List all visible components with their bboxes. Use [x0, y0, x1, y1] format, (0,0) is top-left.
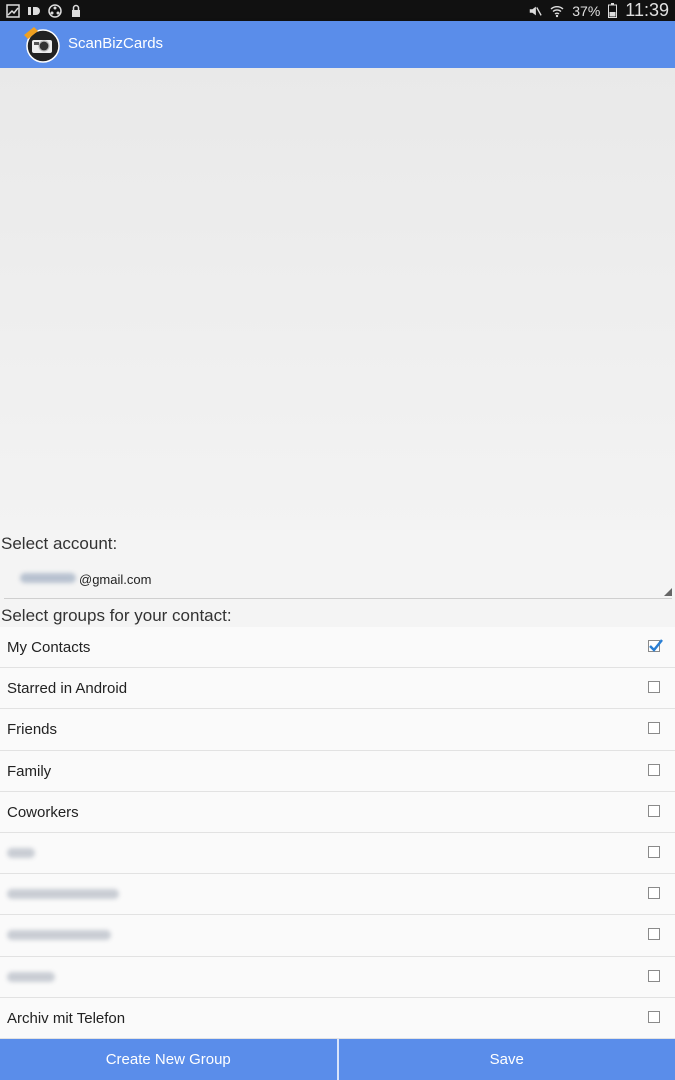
- wifi-icon: [550, 5, 564, 17]
- save-button[interactable]: Save: [339, 1039, 675, 1080]
- group-row[interactable]: My Contacts: [0, 627, 675, 669]
- lock-icon: [72, 4, 80, 17]
- redacted-text: [7, 889, 119, 900]
- group-checkbox[interactable]: [648, 681, 660, 694]
- account-select[interactable]: @gmail.com: [4, 564, 672, 599]
- group-checkbox[interactable]: [648, 763, 660, 776]
- battery-icon: [608, 3, 618, 18]
- checkmark-icon: [649, 639, 663, 652]
- app-title: ScanBizCards: [68, 35, 164, 52]
- clock: 11:39: [625, 0, 669, 20]
- group-row[interactable]: Coworkers: [0, 792, 675, 833]
- group-row[interactable]: [0, 915, 675, 957]
- group-checkbox[interactable]: [648, 887, 660, 900]
- redacted-text: [7, 971, 55, 982]
- create-new-group-button[interactable]: Create New Group: [0, 1039, 337, 1080]
- battery-percent: 37%: [572, 2, 601, 19]
- group-name: Coworkers: [7, 803, 79, 821]
- account-label: Select account:: [1, 534, 118, 553]
- group-checkbox[interactable]: [648, 722, 660, 735]
- app-bar: ScanBizCards: [0, 21, 675, 68]
- group-row[interactable]: [0, 833, 675, 875]
- group-checkbox[interactable]: [648, 1010, 660, 1023]
- group-name: Starred in Android: [7, 680, 128, 698]
- group-row[interactable]: [0, 957, 675, 998]
- group-name: Friends: [7, 721, 58, 739]
- id-icon: [28, 6, 40, 15]
- group-checkbox[interactable]: [648, 804, 660, 817]
- group-row[interactable]: Starred in Android: [0, 668, 675, 710]
- group-checkbox[interactable]: [648, 639, 663, 652]
- group-row[interactable]: Archiv mit Telefon: [0, 998, 675, 1039]
- redacted-text: [7, 930, 111, 941]
- card-preview: [0, 68, 675, 530]
- group-checkbox[interactable]: [648, 928, 660, 941]
- bottom-action-bar: Create New Group Save: [0, 1039, 675, 1080]
- group-list: My Contacts Starred in Android Friends F…: [0, 627, 675, 1039]
- film-reel-icon: [48, 3, 62, 18]
- groups-label: Select groups for your contact:: [1, 606, 232, 625]
- account-value: @gmail.com: [79, 572, 152, 587]
- image-icon: [6, 3, 20, 18]
- app-logo-icon[interactable]: [22, 25, 60, 63]
- status-bar: 37% 11:39: [0, 0, 675, 21]
- mute-icon: [530, 6, 542, 16]
- group-row[interactable]: Family: [0, 751, 675, 792]
- group-checkbox[interactable]: [648, 845, 660, 858]
- redacted-text: [7, 847, 35, 858]
- dropdown-arrow-icon: [664, 588, 672, 596]
- group-row[interactable]: Friends: [0, 709, 675, 751]
- redacted-text: [20, 573, 76, 583]
- group-checkbox[interactable]: [648, 969, 660, 982]
- group-name: Family: [7, 762, 52, 780]
- group-name: My Contacts: [7, 639, 91, 656]
- group-row[interactable]: [0, 874, 675, 916]
- group-name: Archiv mit Telefon: [7, 1009, 126, 1027]
